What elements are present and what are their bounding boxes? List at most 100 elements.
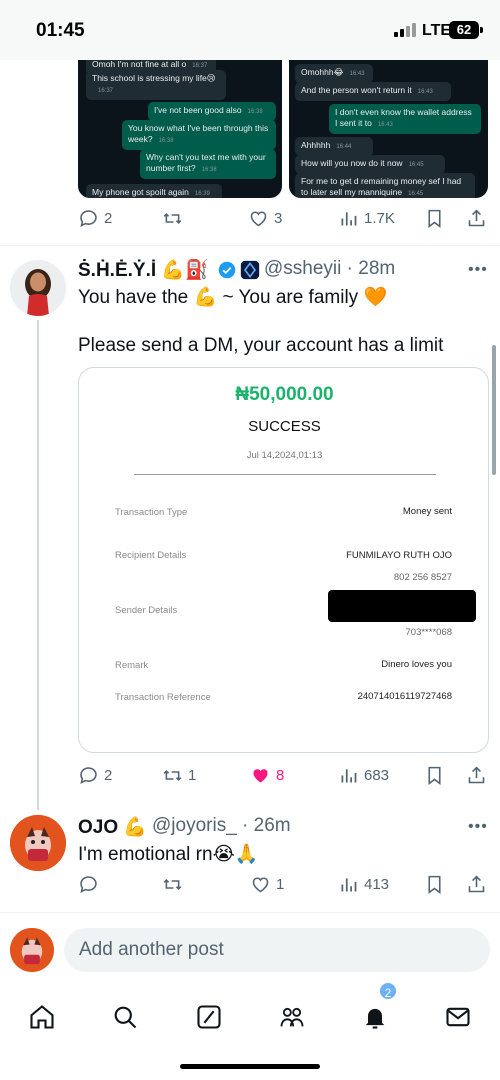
- notifications-icon: [365, 1008, 385, 1029]
- share-icon: [468, 875, 485, 892]
- chat-bubble: Why can't you text me with your number f…: [140, 149, 276, 179]
- chat-bubble: And the person won't return it 16:43: [295, 82, 451, 101]
- views-icon: [341, 877, 357, 891]
- like-button[interactable]: 8: [250, 761, 284, 789]
- repost-icon: [163, 878, 182, 890]
- share-icon: [468, 209, 485, 226]
- nav-communities[interactable]: [270, 995, 314, 1039]
- nav-messages[interactable]: [436, 995, 480, 1039]
- chat-bubble: Ahhhhh 16:44: [295, 137, 373, 156]
- author-name[interactable]: OJO 💪: [78, 815, 147, 839]
- author-handle[interactable]: @ssheyii · 28m: [264, 258, 395, 280]
- avatar-image: [10, 928, 54, 972]
- receipt-subvalue: 703****068: [405, 627, 453, 638]
- reply-icon: [80, 766, 97, 784]
- repost-button[interactable]: [162, 870, 188, 898]
- author-name[interactable]: Ṡ.Ḣ.Ė.Ẏ.İ 💪⛽: [78, 258, 209, 282]
- views-button[interactable]: 1.7K: [338, 204, 395, 232]
- receipt-status: SUCCESS: [248, 418, 321, 435]
- home-icon: [30, 1005, 54, 1029]
- receipt-value: 240714016119727468: [357, 691, 452, 702]
- thread-line: [37, 320, 39, 810]
- heart-icon: [250, 210, 267, 226]
- avatar-joyoris[interactable]: [10, 815, 66, 871]
- receipt-image[interactable]: ₦50,000.00 SUCCESS Jul 14,2024,01:13 Tra…: [78, 367, 489, 753]
- more-options-icon[interactable]: •••: [468, 818, 488, 836]
- bookmark-button[interactable]: [424, 870, 445, 898]
- receipt-value: FUNMILAYO RUTH OJO: [346, 550, 452, 561]
- bookmark-icon: [428, 875, 441, 894]
- reply-icon: [80, 875, 97, 893]
- network-type: LTE: [422, 22, 452, 39]
- bookmark-icon: [428, 209, 441, 228]
- chat-bubble: My phone got spoilt again 16:39: [86, 184, 222, 198]
- status-bar: 01:45 LTE 62: [0, 0, 500, 60]
- tweet-text-line1: You have the 💪 ~ You are family 🧡: [78, 287, 388, 308]
- receipt-label: Recipient Details: [115, 550, 187, 561]
- repost-button[interactable]: 1: [162, 761, 196, 789]
- avatar-image: [10, 815, 66, 871]
- share-button[interactable]: [466, 204, 487, 232]
- share-button[interactable]: [466, 761, 487, 789]
- repost-icon: [163, 212, 182, 224]
- messages-icon: [446, 1007, 470, 1027]
- views-icon: [341, 768, 357, 782]
- prev-tweet-actions: 2 3 1.7K: [78, 204, 490, 232]
- chat-bubble: I don't even know the wallet address I s…: [329, 104, 481, 134]
- receipt-label: Remark: [115, 660, 149, 671]
- nav-search[interactable]: [103, 995, 147, 1039]
- receipt-value: Money sent: [402, 506, 452, 517]
- compose-placeholder: Add another post: [79, 939, 224, 960]
- chat-bubble: Omohhh😂 16:43: [295, 64, 373, 83]
- tweet-text: I'm emotional rn😭🙏: [78, 844, 259, 865]
- tweet-text-line2: Please send a DM, your account has a lim…: [78, 335, 444, 356]
- battery-icon: 62: [449, 21, 483, 39]
- share-icon: [468, 766, 485, 783]
- tweet2-actions: 1 413: [78, 870, 490, 898]
- author-handle[interactable]: @joyoris_ · 26m: [152, 815, 291, 837]
- receipt-label: Transaction Type: [115, 507, 188, 518]
- signal-icon: [394, 23, 418, 37]
- bookmark-button[interactable]: [424, 761, 445, 789]
- nav-grok[interactable]: [187, 995, 231, 1039]
- views-button[interactable]: 413: [338, 870, 389, 898]
- tweet1-actions: 2 1 8 683: [78, 761, 490, 789]
- chat-bubble: I've not been good also 16:38: [148, 102, 276, 121]
- like-button[interactable]: 3: [248, 204, 282, 232]
- chat-screenshot-right[interactable]: Omohhh😂 16:43 And the person won't return…: [289, 60, 488, 198]
- notification-badge: 2: [378, 981, 398, 1001]
- my-avatar[interactable]: [10, 928, 54, 972]
- affiliate-badge-icon: [240, 260, 260, 280]
- chat-bubble: For me to get d remaining money sef I ha…: [295, 173, 475, 198]
- nav-notifications[interactable]: [353, 995, 397, 1039]
- reply-button[interactable]: 2: [78, 204, 112, 232]
- redaction-block: [328, 590, 476, 622]
- heart-filled-icon: [253, 768, 268, 782]
- bookmark-button[interactable]: [424, 204, 445, 232]
- receipt-label: Transaction Reference: [115, 692, 211, 703]
- divider: [0, 245, 500, 246]
- nav-home[interactable]: [20, 995, 64, 1039]
- more-options-icon[interactable]: •••: [468, 261, 488, 279]
- reply-icon: [80, 209, 97, 227]
- repost-button[interactable]: [162, 204, 188, 232]
- verified-icon: [218, 261, 236, 279]
- divider: [0, 912, 500, 913]
- avatar-ssheyii[interactable]: [10, 260, 66, 316]
- like-button[interactable]: 1: [250, 870, 284, 898]
- receipt-value: Dinero loves you: [381, 659, 452, 670]
- chat-screenshot-left[interactable]: Omoh I'm not fine at all o 16:37 This sch…: [78, 60, 282, 198]
- chat-bubble: This school is stressing my life😢16:37: [86, 70, 226, 100]
- views-button[interactable]: 683: [338, 761, 389, 789]
- home-indicator: [180, 1064, 320, 1069]
- scrollbar[interactable]: [492, 345, 496, 475]
- receipt-label: Sender Details: [115, 605, 178, 616]
- reply-button[interactable]: [78, 870, 104, 898]
- reply-button[interactable]: 2: [78, 761, 112, 789]
- share-button[interactable]: [466, 870, 487, 898]
- receipt-subvalue: 802 256 8527: [393, 572, 452, 583]
- receipt-divider: [134, 474, 436, 475]
- avatar-image: [10, 260, 66, 316]
- reply-compose-input[interactable]: Add another post: [64, 928, 490, 972]
- chat-bubble: You know what I've been through this wee…: [122, 120, 276, 150]
